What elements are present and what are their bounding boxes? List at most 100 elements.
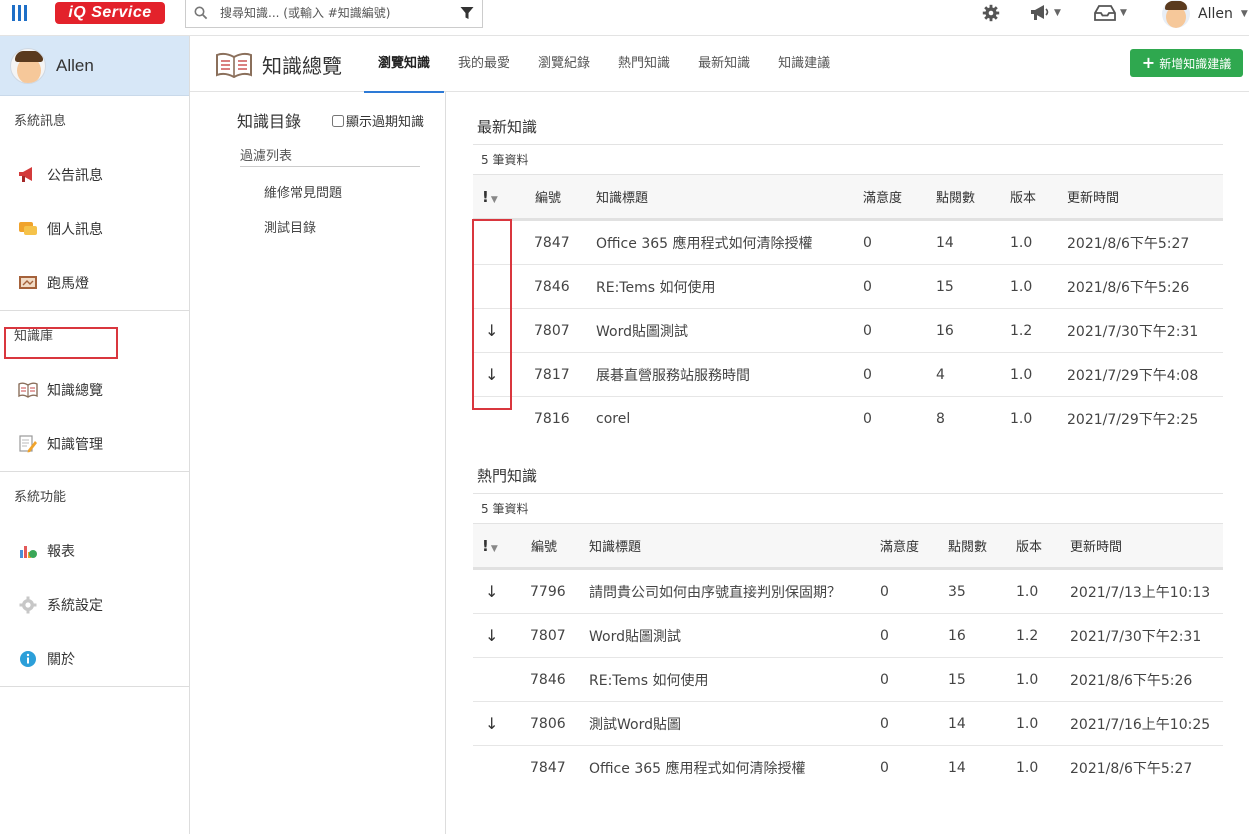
row-id: 7847 (534, 234, 570, 251)
table-row[interactable]: ↓ 7807 Word貼圖測試 0 16 1.2 2021/7/30下午2:31 (473, 614, 1223, 658)
flag-arrow-icon: ↓ (485, 714, 499, 733)
show-expired-toggle[interactable]: 顯示過期知識 (332, 111, 424, 130)
sidebar-item-announcements[interactable]: 公告訊息 (0, 148, 189, 202)
sidebar-item-knowledge-overview[interactable]: 知識總覽 (0, 363, 189, 417)
column-header-satisfaction[interactable]: 滿意度 (863, 187, 902, 206)
sidebar-item-reports[interactable]: 報表 (0, 524, 189, 578)
profile-name: Allen (56, 55, 94, 75)
sidebar-divider (0, 686, 189, 687)
info-icon (20, 651, 36, 667)
flag-column-header[interactable]: ! ▼ (482, 188, 498, 206)
knowledge-catalog: 知識目錄 顯示過期知識 過濾列表 維修常見問題 測試目錄 (217, 92, 446, 834)
page-title-text: 知識總覽 (262, 54, 342, 78)
column-header-version[interactable]: 版本 (1010, 187, 1036, 206)
row-title[interactable]: 測試Word貼圖 (589, 714, 681, 734)
add-knowledge-suggestion-button[interactable]: + 新增知識建議 (1130, 49, 1243, 77)
tab-popular-knowledge[interactable]: 熱門知識 (604, 36, 684, 92)
table-row[interactable]: ↓ 7807 Word貼圖測試 0 16 1.2 2021/7/30下午2:31 (473, 309, 1223, 353)
inbox-icon (1094, 5, 1116, 21)
row-views: 15 (936, 278, 954, 295)
show-expired-label: 顯示過期知識 (346, 115, 425, 130)
search-input[interactable] (220, 3, 450, 23)
user-menu[interactable]: Allen ▼ (1162, 0, 1248, 28)
tab-browse-history[interactable]: 瀏覽紀錄 (524, 36, 604, 92)
row-views: 14 (948, 715, 966, 732)
column-header-id[interactable]: 編號 (531, 536, 557, 555)
table-row[interactable]: 7846 RE:Tems 如何使用 0 15 1.0 2021/8/6下午5:2… (473, 658, 1223, 702)
row-title[interactable]: Word貼圖測試 (589, 626, 681, 646)
search-box (185, 0, 483, 28)
table-row[interactable]: ↓ 7806 測試Word貼圖 0 14 1.0 2021/7/16上午10:2… (473, 702, 1223, 746)
column-header-updated[interactable]: 更新時間 (1070, 536, 1122, 555)
plus-icon: + (1141, 53, 1156, 72)
settings-button[interactable] (982, 4, 1000, 22)
sidebar-item-label: 個人訊息 (47, 222, 103, 238)
table-row[interactable]: 7816 corel 0 8 1.0 2021/7/29下午2:25 (473, 397, 1223, 441)
tab-bar: 瀏覽知識 我的最愛 瀏覽紀錄 熱門知識 最新知識 知識建議 (364, 36, 844, 93)
row-title[interactable]: Office 365 應用程式如何清除授權 (596, 233, 813, 253)
menu-icon[interactable] (12, 5, 28, 21)
row-updated: 2021/8/6下午5:26 (1070, 672, 1193, 689)
tab-browse-knowledge[interactable]: 瀏覽知識 (364, 36, 445, 93)
row-title[interactable]: Office 365 應用程式如何清除授權 (589, 758, 806, 778)
show-expired-checkbox[interactable] (332, 114, 344, 127)
row-updated: 2021/7/30下午2:31 (1070, 628, 1202, 645)
row-id: 7806 (530, 715, 566, 732)
catalog-filter-input[interactable]: 過濾列表 (240, 145, 420, 167)
inbox-menu[interactable]: ▼ (1094, 4, 1127, 22)
table-row[interactable]: ↓ 7817 展碁直營服務站服務時間 0 4 1.0 2021/7/29下午4:… (473, 353, 1223, 397)
book-icon (18, 382, 38, 398)
row-version: 1.0 (1010, 366, 1033, 383)
row-title[interactable]: RE:Tems 如何使用 (596, 277, 715, 297)
flag-arrow-icon: ↓ (485, 321, 499, 340)
row-version: 1.0 (1010, 411, 1033, 427)
sidebar-item-label: 關於 (47, 652, 75, 668)
table-row[interactable]: 7847 Office 365 應用程式如何清除授權 0 14 1.0 2021… (473, 221, 1223, 265)
row-satisfaction: 0 (880, 760, 889, 776)
app-logo[interactable]: iQ Service (55, 2, 165, 24)
sidebar-item-system-settings[interactable]: 系統設定 (0, 578, 189, 632)
column-header-satisfaction[interactable]: 滿意度 (880, 536, 919, 555)
column-header-title[interactable]: 知識標題 (596, 187, 648, 206)
row-id: 7807 (530, 627, 566, 644)
chevron-down-icon: ▼ (490, 194, 498, 205)
sidebar-item-label: 系統設定 (47, 598, 103, 614)
sidebar-item-label: 跑馬燈 (47, 276, 89, 292)
sidebar-item-marquee[interactable]: 跑馬燈 (0, 256, 189, 310)
announcement-menu[interactable]: ▼ (1030, 4, 1061, 22)
table-row[interactable]: 7846 RE:Tems 如何使用 0 15 1.0 2021/8/6下午5:2… (473, 265, 1223, 309)
latest-count: 5 筆資料 (473, 144, 1223, 175)
sidebar-item-personal-messages[interactable]: 個人訊息 (0, 202, 189, 256)
tab-latest-knowledge[interactable]: 最新知識 (684, 36, 764, 92)
tab-knowledge-suggestions[interactable]: 知識建議 (764, 36, 844, 92)
section-title-system-functions: 系統功能 (14, 490, 67, 505)
sidebar-profile[interactable]: Allen (0, 36, 189, 96)
column-header-version[interactable]: 版本 (1016, 536, 1042, 555)
tab-my-favorites[interactable]: 我的最愛 (444, 36, 524, 92)
row-title[interactable]: 請問貴公司如何由序號直接判別保固期？ (589, 582, 841, 602)
column-header-views[interactable]: 點閱數 (936, 187, 975, 206)
sidebar-item-about[interactable]: 關於 (0, 632, 189, 686)
column-header-updated[interactable]: 更新時間 (1067, 187, 1119, 206)
billboard-icon (19, 276, 37, 289)
row-title[interactable]: corel (596, 411, 630, 427)
row-version: 1.0 (1016, 715, 1039, 732)
row-satisfaction: 0 (863, 278, 872, 295)
row-updated: 2021/8/6下午5:26 (1067, 279, 1190, 296)
table-row[interactable]: 7847 Office 365 應用程式如何清除授權 0 14 1.0 2021… (473, 746, 1223, 790)
table-row[interactable]: ↓ 7796 請問貴公司如何由序號直接判別保固期？ 0 35 1.0 2021/… (473, 570, 1223, 614)
flag-column-header[interactable]: ! ▼ (482, 537, 498, 555)
catalog-item[interactable]: 維修常見問題 (264, 182, 342, 201)
catalog-item[interactable]: 測試目錄 (264, 217, 316, 236)
column-header-views[interactable]: 點閱數 (948, 536, 987, 555)
sidebar-item-knowledge-management[interactable]: 知識管理 (0, 417, 189, 471)
row-title[interactable]: RE:Tems 如何使用 (589, 670, 708, 690)
gear-icon (19, 596, 37, 614)
column-header-title[interactable]: 知識標題 (589, 536, 641, 555)
filter-icon[interactable] (460, 6, 474, 20)
column-header-id[interactable]: 編號 (535, 187, 561, 206)
sidebar-item-label: 報表 (47, 544, 75, 560)
row-title[interactable]: Word貼圖測試 (596, 321, 688, 341)
page-title: 知識總覽 (216, 50, 342, 79)
row-title[interactable]: 展碁直營服務站服務時間 (596, 365, 750, 385)
